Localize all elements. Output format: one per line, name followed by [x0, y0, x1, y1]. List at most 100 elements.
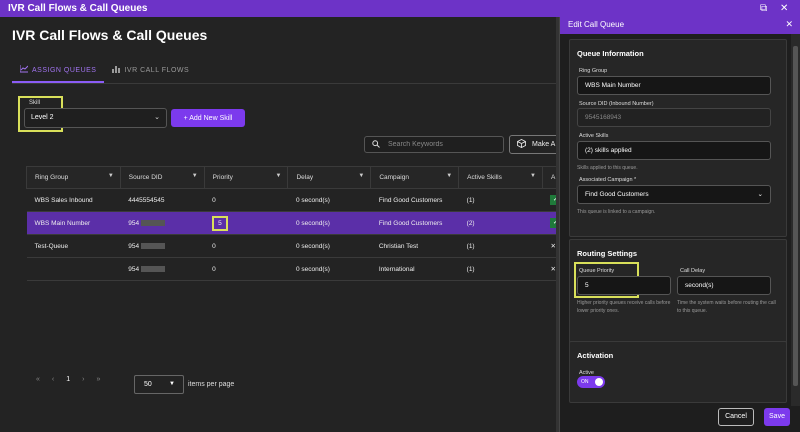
queue-priority-label: Queue Priority: [579, 268, 615, 274]
search-box[interactable]: [364, 136, 504, 153]
window-titlebar: IVR Call Flows & Call Queues ⧉ ✕: [0, 0, 800, 17]
filter-icon[interactable]: ▼: [530, 173, 536, 179]
section-heading: Queue Information: [577, 49, 644, 58]
cell-priority: 5: [212, 215, 228, 231]
section-heading: Routing Settings: [577, 249, 637, 258]
toggle-knob: [595, 378, 603, 386]
table-row[interactable]: Test-Queue 954 0 0 second(s) Christian T…: [26, 234, 566, 258]
cell-campaign: International: [370, 257, 459, 281]
priority-help: Higher priority queues receive calls bef…: [577, 300, 671, 314]
column-header-ring-group[interactable]: Ring Group ▼: [26, 166, 121, 189]
redacted-block: [141, 219, 166, 226]
edit-call-queue-panel: Edit Call Queue ✕ Queue Information Ring…: [559, 17, 800, 432]
table-row[interactable]: 954 0 0 second(s) International (1) ✕: [26, 257, 566, 281]
tab-divider: [12, 83, 556, 84]
tab-label: IVR CALL FLOWS: [124, 67, 190, 74]
panel-header: Edit Call Queue ✕: [560, 17, 800, 34]
page-size-select[interactable]: 50 ▼: [134, 375, 184, 394]
prev-page-icon[interactable]: ‹: [52, 376, 54, 383]
add-skill-label: + Add New Skill: [183, 114, 233, 122]
filter-icon[interactable]: ▼: [108, 173, 114, 179]
bar-chart-icon: [112, 65, 121, 78]
skill-value: Level 2: [31, 114, 54, 121]
first-page-icon[interactable]: «: [36, 376, 40, 383]
cancel-button[interactable]: Cancel: [718, 408, 754, 426]
chart-line-icon: [19, 65, 29, 78]
close-icon[interactable]: ✕: [785, 19, 793, 30]
make-button-label: Make A: [532, 141, 556, 148]
chevron-down-icon: ⌄: [757, 191, 763, 198]
ring-group-input[interactable]: WBS Main Number: [577, 76, 771, 95]
cell-active-skills: (2): [458, 211, 543, 235]
active-skills-label: Active Skills: [579, 133, 609, 139]
call-delay-input[interactable]: second(s): [677, 276, 771, 295]
cell-priority: 0: [204, 257, 288, 281]
search-input[interactable]: [388, 141, 488, 148]
queue-priority-input[interactable]: 5: [577, 276, 671, 295]
source-did-label: Source DID (Inbound Number): [579, 101, 654, 107]
cell-ring-group: WBS Main Number: [26, 211, 121, 235]
panel-scrollbar[interactable]: [791, 34, 800, 406]
cell-campaign: Find Good Customers: [370, 211, 459, 235]
cell-ring-group: [26, 257, 121, 281]
save-button[interactable]: Save: [764, 408, 790, 426]
column-header-campaign[interactable]: Campaign ▼: [370, 166, 460, 189]
filter-icon[interactable]: ▼: [358, 173, 364, 179]
scrollbar-thumb[interactable]: [793, 46, 798, 386]
section-heading: Activation: [577, 351, 614, 360]
cell-source-did: 954: [128, 265, 140, 273]
restore-icon[interactable]: ⧉: [760, 0, 767, 17]
column-header-delay[interactable]: Delay ▼: [287, 166, 372, 189]
caret-down-icon: ▼: [169, 381, 175, 387]
cell-source-did: 954: [128, 242, 140, 250]
cell-delay: 0 second(s): [287, 211, 371, 235]
window-title: IVR Call Flows & Call Queues: [8, 3, 148, 14]
active-skills-help: Skills applied to this queue.: [577, 165, 638, 171]
tab-bar: ASSIGN QUEUES IVR CALL FLOWS: [12, 65, 197, 83]
campaign-select[interactable]: Find Good Customers ⌄: [577, 185, 771, 204]
active-skills-input[interactable]: (2) skills applied: [577, 141, 771, 160]
cell-delay: 0 second(s): [287, 257, 371, 281]
cell-ring-group: WBS Sales Inbound: [26, 188, 121, 212]
filter-icon[interactable]: ▼: [192, 173, 198, 179]
cell-active-skills: (1): [458, 234, 543, 258]
campaign-label: Associated Campaign *: [579, 177, 637, 183]
close-icon[interactable]: ✕: [780, 0, 788, 17]
filter-icon[interactable]: ▼: [276, 173, 282, 179]
filter-icon[interactable]: ▼: [446, 173, 452, 179]
items-per-page-label: items per page: [188, 381, 235, 388]
last-page-icon[interactable]: »: [97, 376, 101, 383]
cell-campaign: Christian Test: [370, 234, 459, 258]
skill-select[interactable]: Level 2 ⌄: [24, 108, 167, 128]
activation-section: Activation Active: [569, 341, 787, 403]
column-header-source-did[interactable]: Source DID ▼: [119, 166, 205, 189]
cell-delay: 0 second(s): [287, 234, 371, 258]
pagination: « ‹ 1 › »: [36, 376, 100, 383]
page-number[interactable]: 1: [66, 376, 70, 383]
table-row[interactable]: WBS Sales Inbound 4445554545 0 0 second(…: [26, 188, 566, 212]
campaign-help: This queue is linked to a campaign.: [577, 209, 656, 215]
active-toggle[interactable]: ON: [577, 376, 605, 388]
table-row[interactable]: WBS Main Number 954 5 0 second(s) Find G…: [26, 211, 566, 235]
cube-icon: [517, 139, 526, 150]
page-size-value: 50: [144, 381, 152, 388]
call-delay-help: Time the system waits before routing the…: [677, 300, 776, 314]
add-new-skill-button[interactable]: + Add New Skill: [171, 109, 245, 127]
next-page-icon[interactable]: ›: [82, 376, 84, 383]
redacted-block: [141, 242, 166, 249]
tab-ivr-call-flows[interactable]: IVR CALL FLOWS: [104, 65, 197, 83]
redacted-block: [141, 265, 166, 272]
skill-label: Skill: [29, 100, 41, 106]
tab-assign-queues[interactable]: ASSIGN QUEUES: [12, 65, 105, 83]
toggle-label: ON: [581, 379, 589, 385]
ring-group-label: Ring Group: [579, 68, 608, 74]
search-icon: [372, 139, 380, 150]
cell-active-skills: (1): [458, 257, 543, 281]
column-header-active-skills[interactable]: Active Skills ▼: [458, 166, 543, 189]
column-header-priority[interactable]: Priority ▼: [203, 166, 289, 189]
source-did-input: 9545168943: [577, 108, 771, 127]
routing-settings-section: Routing Settings Queue Priority 5 Higher…: [569, 239, 787, 347]
cell-priority: 0: [204, 234, 288, 258]
cell-source-did: 954: [128, 219, 140, 227]
queues-table: Ring Group ▼ Source DID ▼ Priority ▼ Delay ▼…: [26, 166, 567, 281]
